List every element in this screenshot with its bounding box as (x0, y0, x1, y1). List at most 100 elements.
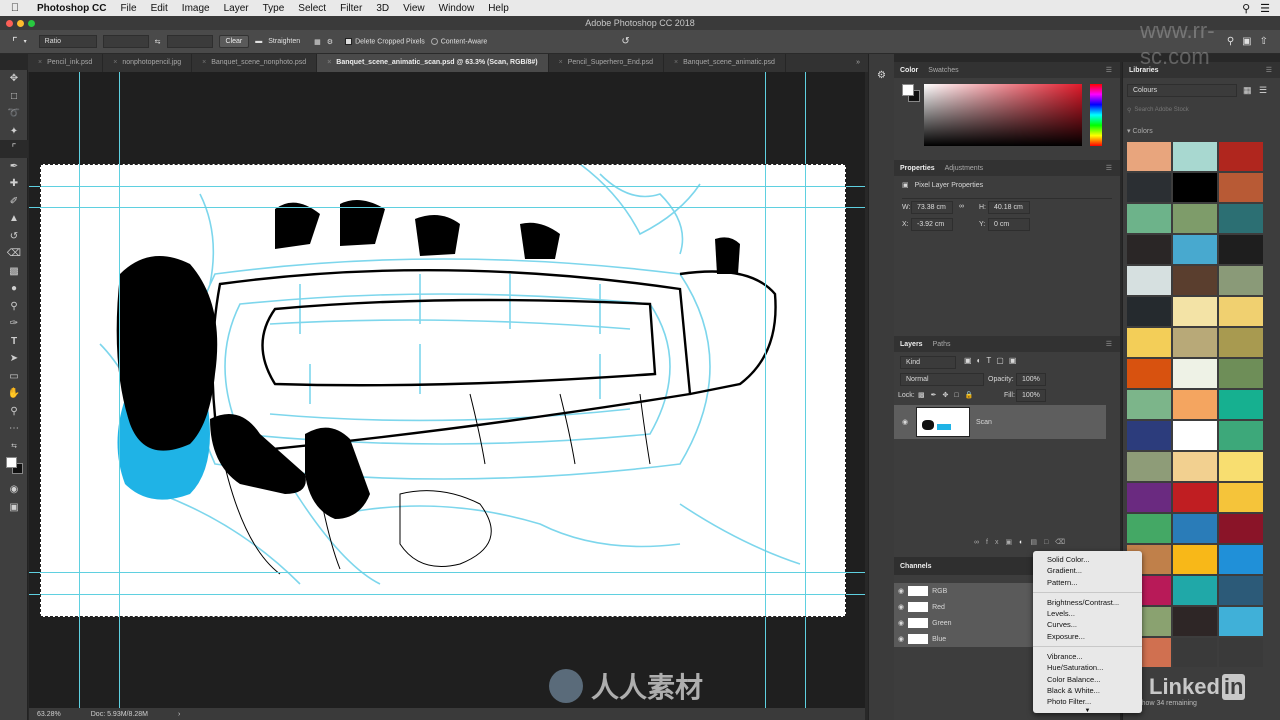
history-brush-icon[interactable]: ↺ (0, 228, 28, 246)
notification-icon[interactable]: ☰ (1260, 2, 1270, 15)
menu-exposure[interactable]: Exposure... (1033, 631, 1142, 642)
tab-pencil-ink[interactable]: × Pencil_ink.psd (28, 54, 104, 72)
library-color-swatch[interactable] (1219, 638, 1263, 667)
crop-tool-icon[interactable]: ⌜ (0, 140, 28, 158)
library-color-swatch[interactable] (1219, 390, 1263, 419)
tab-banquet-animatic-scan[interactable]: × Banquet_scene_animatic_scan.psd @ 63.3%… (317, 54, 549, 72)
library-color-swatch[interactable] (1219, 266, 1263, 295)
library-color-swatch[interactable] (1219, 576, 1263, 605)
library-color-swatch[interactable] (1173, 266, 1217, 295)
ratio-height-input[interactable] (166, 35, 213, 48)
tab-paths[interactable]: Paths (933, 341, 951, 348)
menu-hue-saturation[interactable]: Hue/Saturation... (1033, 662, 1142, 673)
library-color-swatch[interactable] (1219, 607, 1263, 636)
tab-color[interactable]: Color (900, 67, 918, 74)
undo-icon[interactable]: ↺ (621, 36, 629, 47)
library-color-swatch[interactable] (1173, 638, 1217, 667)
dodge-tool-icon[interactable]: ⚲ (0, 298, 28, 316)
library-color-swatch[interactable] (1127, 142, 1171, 171)
close-icon[interactable]: × (113, 59, 117, 66)
tab-pencil-superhero[interactable]: × Pencil_Superhero_End.psd (549, 54, 664, 72)
library-color-swatch[interactable] (1173, 235, 1217, 264)
tab-adjustments[interactable]: Adjustments (945, 165, 984, 172)
stock-search[interactable]: ⚲ Search Adobe Stock (1127, 104, 1267, 116)
close-icon[interactable]: × (559, 59, 563, 66)
delete-cropped-checkbox[interactable]: Delete Cropped Pixels (345, 37, 425, 45)
library-color-swatch[interactable] (1219, 514, 1263, 543)
filter-kind-dropdown[interactable]: Kind (900, 356, 956, 369)
library-color-swatch[interactable] (1173, 142, 1217, 171)
marquee-tool-icon[interactable]: □ (0, 88, 28, 106)
library-color-swatch[interactable] (1127, 173, 1171, 202)
menu-curves[interactable]: Curves... (1033, 619, 1142, 630)
hand-tool-icon[interactable]: ✋ (0, 385, 28, 403)
blend-mode-dropdown[interactable]: Normal (900, 373, 984, 386)
move-tool-icon[interactable]: ✥ (0, 70, 28, 88)
crop-tool-icon[interactable]: ⌜ (12, 35, 18, 49)
menu-brightness-contrast[interactable]: Brightness/Contrast... (1033, 597, 1142, 608)
library-color-swatch[interactable] (1127, 483, 1171, 512)
menu-solid-color[interactable]: Solid Color... (1033, 554, 1142, 565)
fill-input[interactable]: 100% (1016, 389, 1046, 402)
library-color-swatch[interactable] (1219, 173, 1263, 202)
new-layer-icon[interactable]: □ (1044, 539, 1055, 546)
menu-vibrance[interactable]: Vibrance... (1033, 651, 1142, 662)
eye-icon[interactable]: ◉ (894, 418, 916, 426)
library-color-swatch[interactable] (1127, 235, 1171, 264)
adjustment-layer-icon[interactable]: ◐ (1019, 539, 1030, 546)
close-icon[interactable]: × (202, 59, 206, 66)
library-color-swatch[interactable] (1127, 359, 1171, 388)
layer-row-scan[interactable]: ◉ Scan (894, 405, 1106, 439)
panel-menu-icon[interactable]: ☰ (1106, 164, 1112, 172)
list-view-icon[interactable]: ☰ (1259, 85, 1267, 96)
link-layers-icon[interactable]: ∞ (974, 539, 986, 546)
spotlight-icon[interactable]: ⚲ (1242, 2, 1250, 15)
straighten-label[interactable]: Straighten (268, 38, 300, 45)
zoom-level[interactable]: 63.28% (37, 711, 61, 718)
panel-menu-icon[interactable]: ☰ (1106, 340, 1112, 348)
close-icon[interactable]: × (674, 59, 678, 66)
foreground-color[interactable] (6, 457, 17, 468)
library-color-swatch[interactable] (1219, 235, 1263, 264)
minimize-window-icon[interactable] (17, 20, 24, 27)
tab-layers[interactable]: Layers (900, 341, 923, 348)
magic-wand-icon[interactable]: ✦ (0, 123, 28, 141)
tab-banquet-nonphoto[interactable]: × Banquet_scene_nonphoto.psd (192, 54, 318, 72)
library-color-swatch[interactable] (1127, 297, 1171, 326)
clear-button[interactable]: Clear (218, 35, 250, 48)
library-color-swatch[interactable] (1173, 390, 1217, 419)
library-color-swatch[interactable] (1127, 204, 1171, 233)
eyedropper-icon[interactable]: ✒ (0, 158, 28, 176)
filter-icons[interactable]: ▣◐T▢▣ (964, 356, 1021, 365)
library-dropdown[interactable]: Colours (1127, 84, 1237, 97)
library-color-swatch[interactable] (1173, 576, 1217, 605)
library-color-swatch[interactable] (1173, 297, 1217, 326)
menu-window[interactable]: Window (432, 3, 482, 14)
zoom-tool-icon[interactable]: ⚲ (0, 403, 28, 421)
panel-menu-icon[interactable]: ☰ (1106, 66, 1112, 74)
chevron-down-icon[interactable]: ▾ (24, 38, 27, 45)
library-color-swatch[interactable] (1127, 328, 1171, 357)
straighten-icon[interactable]: ▬ (255, 38, 262, 45)
tab-nonphotopencil[interactable]: × nonphotopencil.jpg (103, 54, 193, 72)
fx-icon[interactable]: fx (986, 539, 1005, 546)
quick-mask-icon[interactable]: ◉ (0, 481, 28, 499)
trash-icon[interactable]: ⌫ (1055, 539, 1072, 546)
menu-app[interactable]: Photoshop CC (30, 3, 113, 14)
library-color-swatch[interactable] (1173, 483, 1217, 512)
path-select-icon[interactable]: ➤ (0, 350, 28, 368)
library-color-swatch[interactable] (1173, 421, 1217, 450)
library-color-swatch[interactable] (1173, 359, 1217, 388)
crop-bounding-box[interactable] (40, 164, 846, 617)
library-color-swatch[interactable] (1219, 328, 1263, 357)
rectangle-tool-icon[interactable]: ▭ (0, 368, 28, 386)
menu-color-balance[interactable]: Color Balance... (1033, 674, 1142, 685)
eye-icon[interactable]: ◉ (898, 619, 904, 627)
menu-black-white[interactable]: Black & White... (1033, 685, 1142, 696)
close-window-icon[interactable] (6, 20, 13, 27)
menu-edit[interactable]: Edit (144, 3, 175, 14)
library-color-swatch[interactable] (1219, 297, 1263, 326)
height-input[interactable]: 40.18 cm (988, 201, 1030, 214)
gear-icon[interactable]: ⚙ (327, 38, 333, 46)
menu-scroll-down-icon[interactable]: ▼ (1033, 708, 1142, 714)
